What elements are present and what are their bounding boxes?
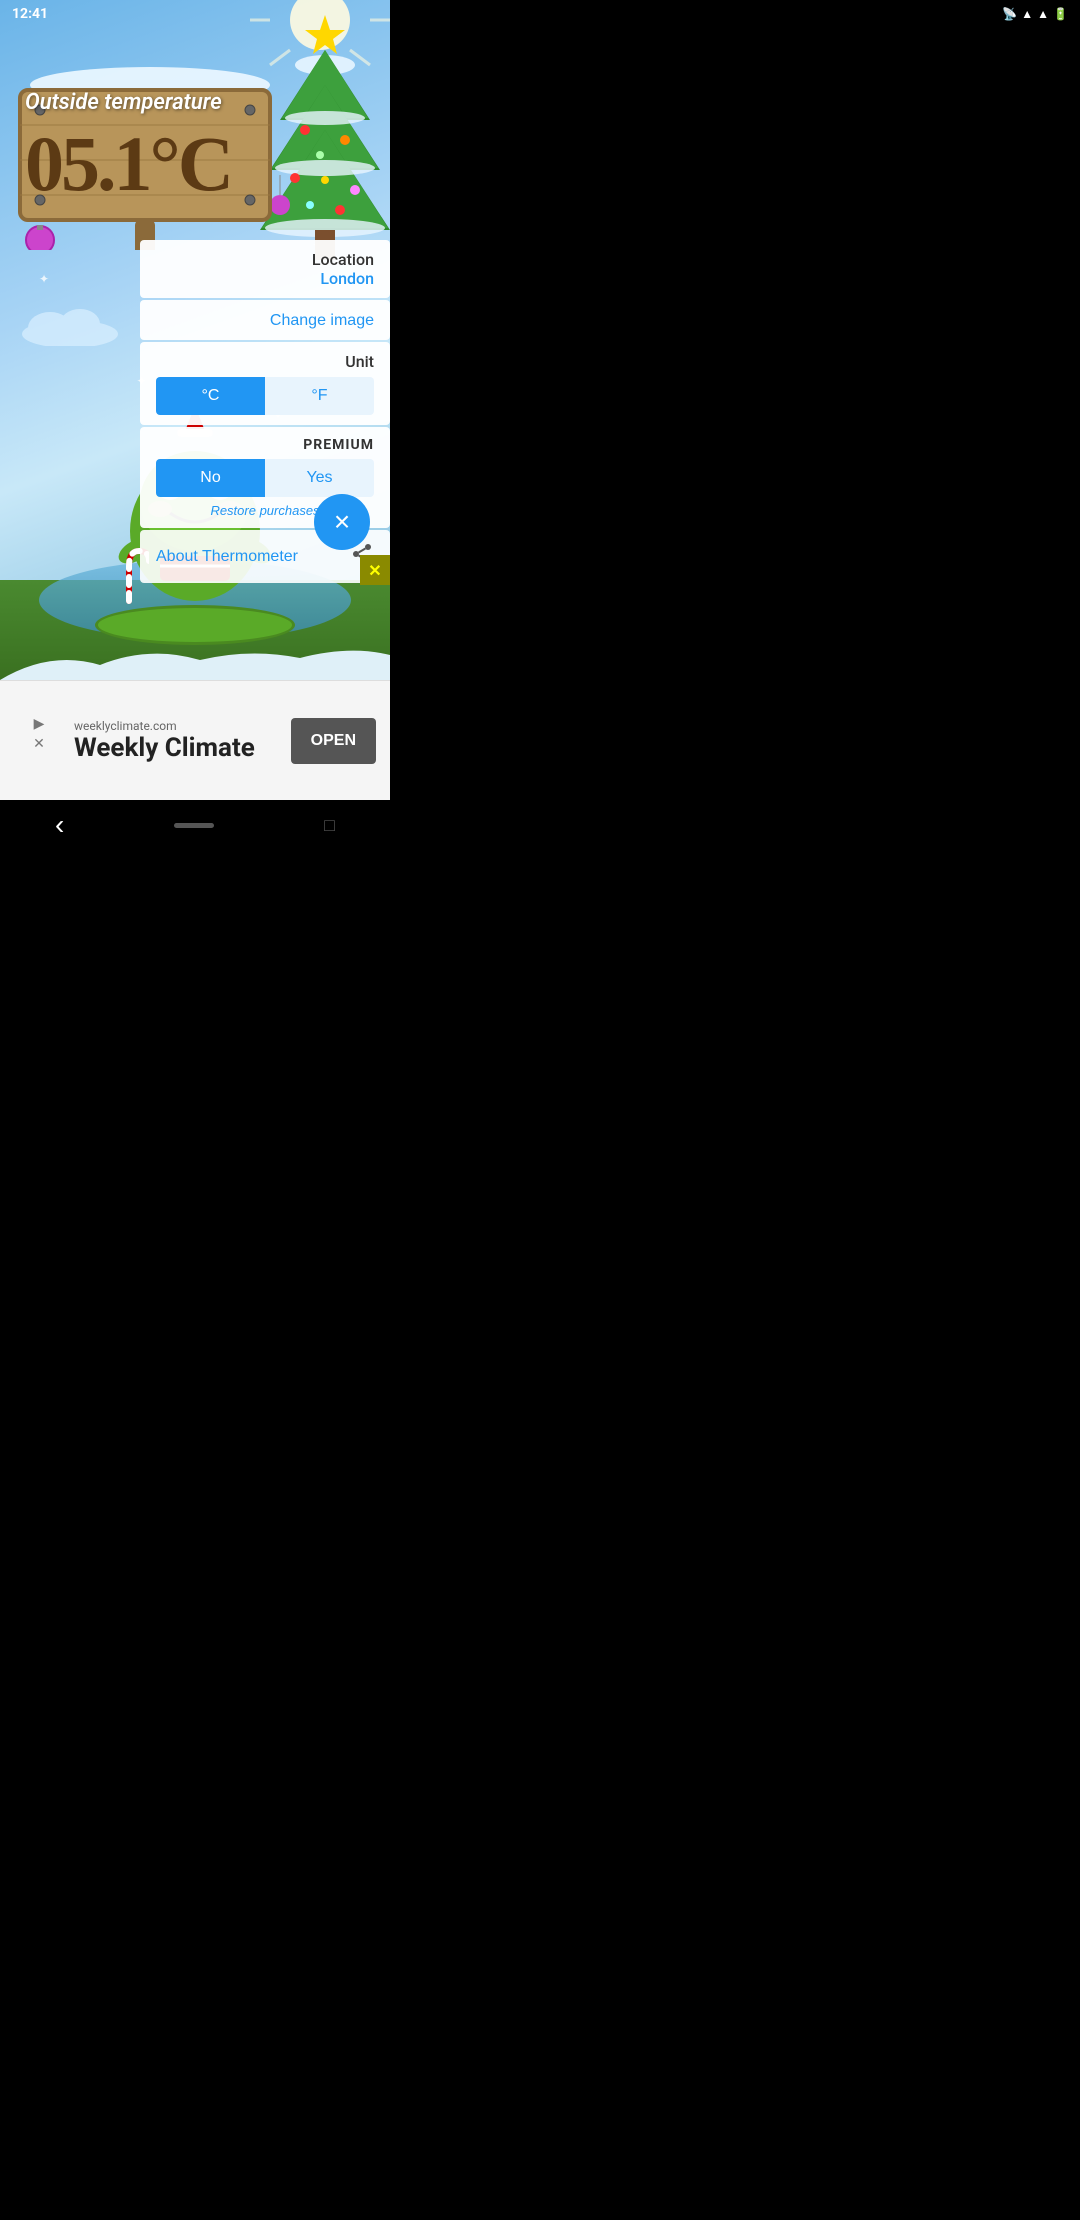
ad-arrow-icon: ▶ <box>34 716 45 732</box>
battery-icon: 🔋 <box>1053 7 1068 21</box>
status-icons: 📡 ▲ ▲ 🔋 <box>1002 7 1068 21</box>
premium-no-button[interactable]: No <box>156 459 265 497</box>
unit-title: Unit <box>156 352 374 371</box>
ad-open-button[interactable]: OPEN <box>291 718 376 764</box>
cloud <box>20 306 120 346</box>
location-value[interactable]: London <box>156 269 374 288</box>
change-image-button[interactable]: Change image <box>270 312 374 330</box>
ad-domain: weeklyclimate.com <box>74 719 281 733</box>
ad-x-icon[interactable]: ✕ <box>33 736 45 752</box>
status-bar: 12:41 📡 ▲ ▲ 🔋 <box>0 0 1080 28</box>
ad-title: Weekly Climate <box>74 733 281 763</box>
nav-back-icon: ‹ <box>55 809 64 840</box>
nav-recents-icon[interactable]: □ <box>324 815 335 836</box>
nav-home-bar[interactable] <box>174 823 214 828</box>
app-container: ✦ ✦ ✦ ✦ ✦ ✦ <box>0 0 390 680</box>
svg-text:05.1°C: 05.1°C <box>25 120 231 207</box>
ad-banner: ▶ ✕ weeklyclimate.com Weekly Climate OPE… <box>0 680 390 800</box>
change-image-panel: Change image <box>140 300 390 340</box>
location-title: Location <box>156 250 374 269</box>
outside-temp-label: Outside temperature <box>25 90 222 115</box>
location-panel: Location London <box>140 240 390 298</box>
close-fab-button[interactable]: × <box>314 494 370 550</box>
premium-buttons: No Yes <box>156 459 374 497</box>
ad-close-x[interactable]: ✕ <box>360 555 390 585</box>
nav-bar: ‹ □ <box>0 800 390 850</box>
unit-fahrenheit-button[interactable]: °F <box>265 377 374 415</box>
ad-text-area: weeklyclimate.com Weekly Climate <box>74 719 281 763</box>
sparkle-3: ✦ <box>39 272 49 286</box>
ad-close-x-icon: ✕ <box>368 561 381 580</box>
unit-buttons: °C °F <box>156 377 374 415</box>
wifi-icon: ▲ <box>1021 7 1033 21</box>
unit-celsius-button[interactable]: °C <box>156 377 265 415</box>
nav-back-button[interactable]: ‹ <box>55 809 64 841</box>
cast-icon: 📡 <box>1002 7 1017 21</box>
unit-panel: Unit °C °F <box>140 342 390 425</box>
status-time: 12:41 <box>12 6 48 22</box>
about-thermometer-button[interactable]: About Thermometer <box>156 548 298 566</box>
wooden-sign: 05.1°C <box>0 50 300 254</box>
premium-yes-button[interactable]: Yes <box>265 459 374 497</box>
snow-ground <box>0 640 390 680</box>
close-fab-icon: × <box>334 506 350 538</box>
ad-icon-area: ▶ ✕ <box>14 716 64 766</box>
signal-icon: ▲ <box>1037 7 1049 21</box>
premium-title: PREMIUM <box>156 437 374 453</box>
